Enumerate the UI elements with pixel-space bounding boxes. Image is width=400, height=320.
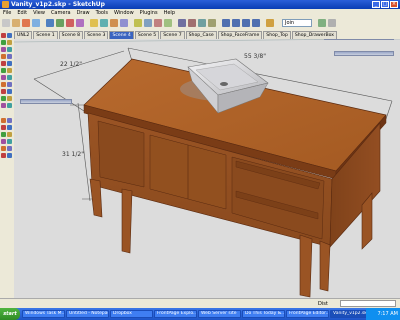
make-component-icon[interactable] [12,19,20,27]
zoom-tool-icon[interactable] [1,125,6,130]
zoomwindow-tool-icon[interactable] [7,125,12,130]
title-bar: Vanity_v1p2.skp - SketchUp _ □ × [0,0,400,9]
measurements-label: Dist [318,301,328,307]
rotate-icon[interactable] [110,19,118,27]
pan-tool-icon[interactable] [7,118,12,123]
followme-tool-icon[interactable] [7,75,12,80]
system-tray: 7:17 AM [366,308,400,320]
app-icon [2,1,9,8]
rectangle-icon[interactable] [46,19,54,27]
taskbar-item[interactable]: Web Server site [198,310,241,318]
arc-icon[interactable] [76,19,84,27]
axes-tool-icon[interactable] [1,103,6,108]
offset-tool-icon[interactable] [7,82,12,87]
tape-measure-icon[interactable] [144,19,152,27]
zoomextents-tool-icon[interactable] [1,132,6,137]
measurements-input[interactable] [340,300,396,307]
pushpull-tool-icon[interactable] [7,68,12,73]
main-toolbar: Join [0,16,400,31]
width-dimension-label: 55 3/8" [244,53,266,60]
scale-icon[interactable] [120,19,128,27]
scene-tabs: UNL2 Scene 1 Scene 8 Scene 3 Scene 4 Scene 5S… [14,30,400,40]
sandbox-tool-icon[interactable] [1,153,6,158]
iso-view-icon[interactable] [222,19,230,27]
taskbar-item[interactable]: FrontPage Explo... [154,310,197,318]
arc-tool-icon[interactable] [7,54,12,59]
taskbar-item[interactable]: Windows Task M... [22,310,65,318]
circle-icon[interactable] [66,19,74,27]
taskbar-item[interactable]: Dropbox [110,310,153,318]
line-icon[interactable] [56,19,64,27]
section-tool-icon[interactable] [1,146,6,151]
menu-bar: File Edit View Camera Draw Tools Window Plugins… [0,9,400,16]
taskbar-item[interactable]: Do This Today &... [242,310,285,318]
select-tool-icon[interactable] [2,19,10,27]
clock: 7:17 AM [377,311,398,317]
minimize-button[interactable]: _ [372,1,380,8]
intersect-tool-icon[interactable] [7,153,12,158]
protractor-tool-icon[interactable] [1,96,6,101]
offset-icon[interactable] [134,19,142,27]
taskbar-item[interactable]: FrontPage Editor... [286,310,329,318]
x-ray-icon[interactable] [266,19,274,27]
paint-bucket-icon[interactable] [32,19,40,27]
zoom-extents-icon[interactable] [208,19,216,27]
front-view-icon[interactable] [242,19,250,27]
depth-dimension-label: 22 1/2" [60,61,82,68]
eraser-tool-icon[interactable] [7,40,12,45]
shadow-icon[interactable] [318,19,326,27]
position-camera-tool-icon[interactable] [7,146,12,151]
orbit-tool-icon[interactable] [1,118,6,123]
move-icon[interactable] [100,19,108,27]
orbit-icon[interactable] [178,19,186,27]
polygon-tool-icon[interactable] [1,61,6,66]
circle-tool-icon[interactable] [1,54,6,59]
left-tool-palette [0,30,15,298]
rotate-tool-icon[interactable] [1,75,6,80]
component-tool-icon[interactable] [7,33,12,38]
taskbar-item[interactable]: Untitled - Notepad [66,310,109,318]
model-viewport[interactable]: 22 1/2" 55 3/8" 31 1/2" [14,39,400,298]
fog-icon[interactable] [328,19,336,27]
close-button[interactable]: × [390,1,398,8]
rectangle-tool-icon[interactable] [1,47,6,52]
windows-taskbar: start Windows Task M... Untitled - Notepa… [0,308,400,320]
pan-icon[interactable] [188,19,196,27]
floating-panel-top-right[interactable] [324,39,394,40]
window-title: Vanity_v1p2.skp - SketchUp [11,1,105,8]
eraser-icon[interactable] [22,19,30,27]
height-dimension-label: 31 1/2" [62,151,84,158]
floating-panel-left[interactable] [20,99,72,104]
3dtext-tool-icon[interactable] [7,103,12,108]
select-tool-icon[interactable] [1,33,6,38]
lookaround-tool-icon[interactable] [7,139,12,144]
top-view-icon[interactable] [232,19,240,27]
floating-panel-right[interactable] [334,51,394,56]
start-button[interactable]: start [0,308,20,320]
dimension-tool-icon[interactable] [7,89,12,94]
line-tool-icon[interactable] [7,47,12,52]
right-view-icon[interactable] [252,19,260,27]
tape-tool-icon[interactable] [1,89,6,94]
paint-tool-icon[interactable] [1,40,6,45]
text-tool-icon[interactable] [7,96,12,101]
push-pull-icon[interactable] [90,19,98,27]
text-icon[interactable] [164,19,172,27]
maximize-button[interactable]: □ [381,1,389,8]
search-input[interactable]: Join [282,19,312,27]
dimension-icon[interactable] [154,19,162,27]
scale-tool-icon[interactable] [1,82,6,87]
model-canvas[interactable] [14,39,400,298]
move-tool-icon[interactable] [1,68,6,73]
walk-tool-icon[interactable] [1,139,6,144]
freehand-tool-icon[interactable] [7,61,12,66]
zoom-icon[interactable] [198,19,206,27]
previous-tool-icon[interactable] [7,132,12,137]
